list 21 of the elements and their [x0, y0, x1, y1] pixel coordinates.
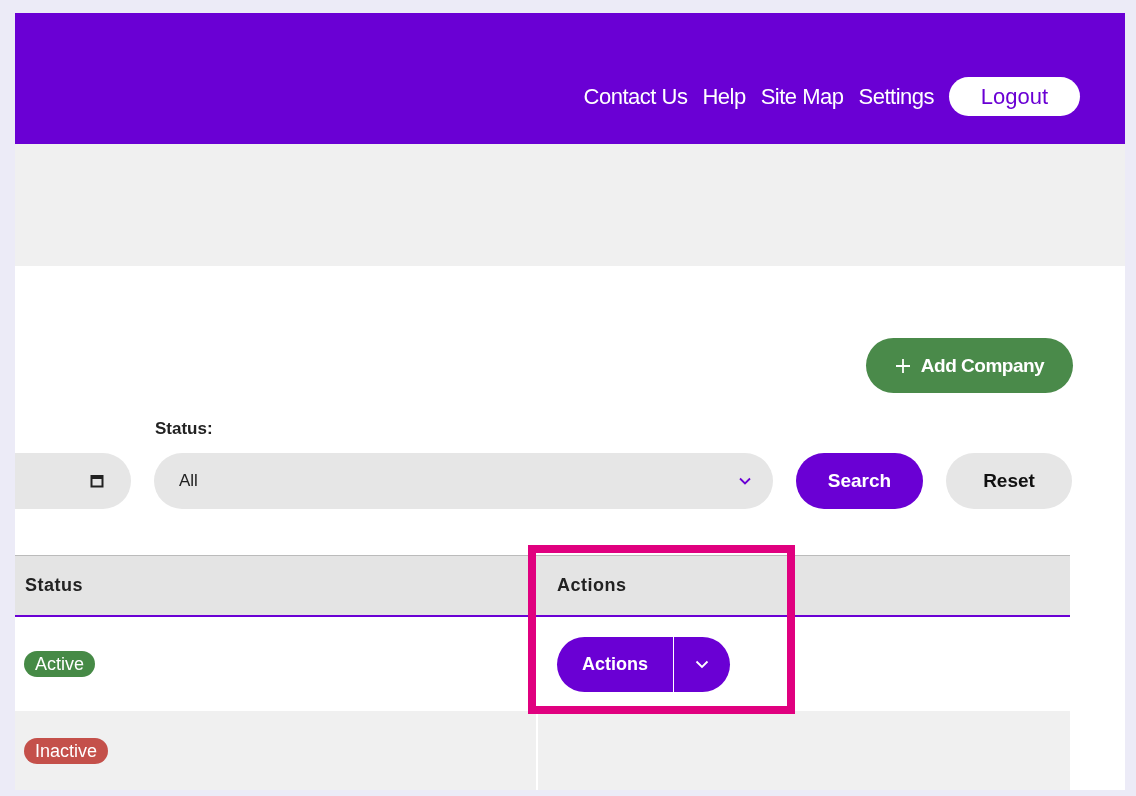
- search-button[interactable]: Search: [796, 453, 923, 509]
- logout-button[interactable]: Logout: [949, 77, 1080, 116]
- status-badge: Inactive: [24, 737, 109, 764]
- actions-dropdown-button[interactable]: [674, 636, 730, 692]
- add-company-button[interactable]: Add Company: [866, 338, 1073, 393]
- nav-link[interactable]: Settings: [858, 83, 934, 110]
- chevron-down-icon: [695, 659, 709, 669]
- nav-link[interactable]: Help: [702, 83, 746, 110]
- actions-button[interactable]: Actions: [557, 636, 674, 692]
- status-badge: Active: [24, 650, 96, 677]
- status-select[interactable]: All: [154, 453, 773, 509]
- plus-icon: [894, 357, 911, 374]
- nav-link[interactable]: Site Map: [760, 83, 844, 110]
- reset-button[interactable]: Reset: [946, 453, 1072, 509]
- column-header: Status: [15, 555, 537, 616]
- nav-link[interactable]: Contact Us: [583, 83, 688, 110]
- calendar-icon: [90, 474, 104, 488]
- chevron-down-icon: [739, 477, 751, 485]
- date-field[interactable]: [15, 453, 131, 509]
- status-label: Status:: [154, 419, 214, 439]
- column-header: Actions: [537, 555, 1070, 616]
